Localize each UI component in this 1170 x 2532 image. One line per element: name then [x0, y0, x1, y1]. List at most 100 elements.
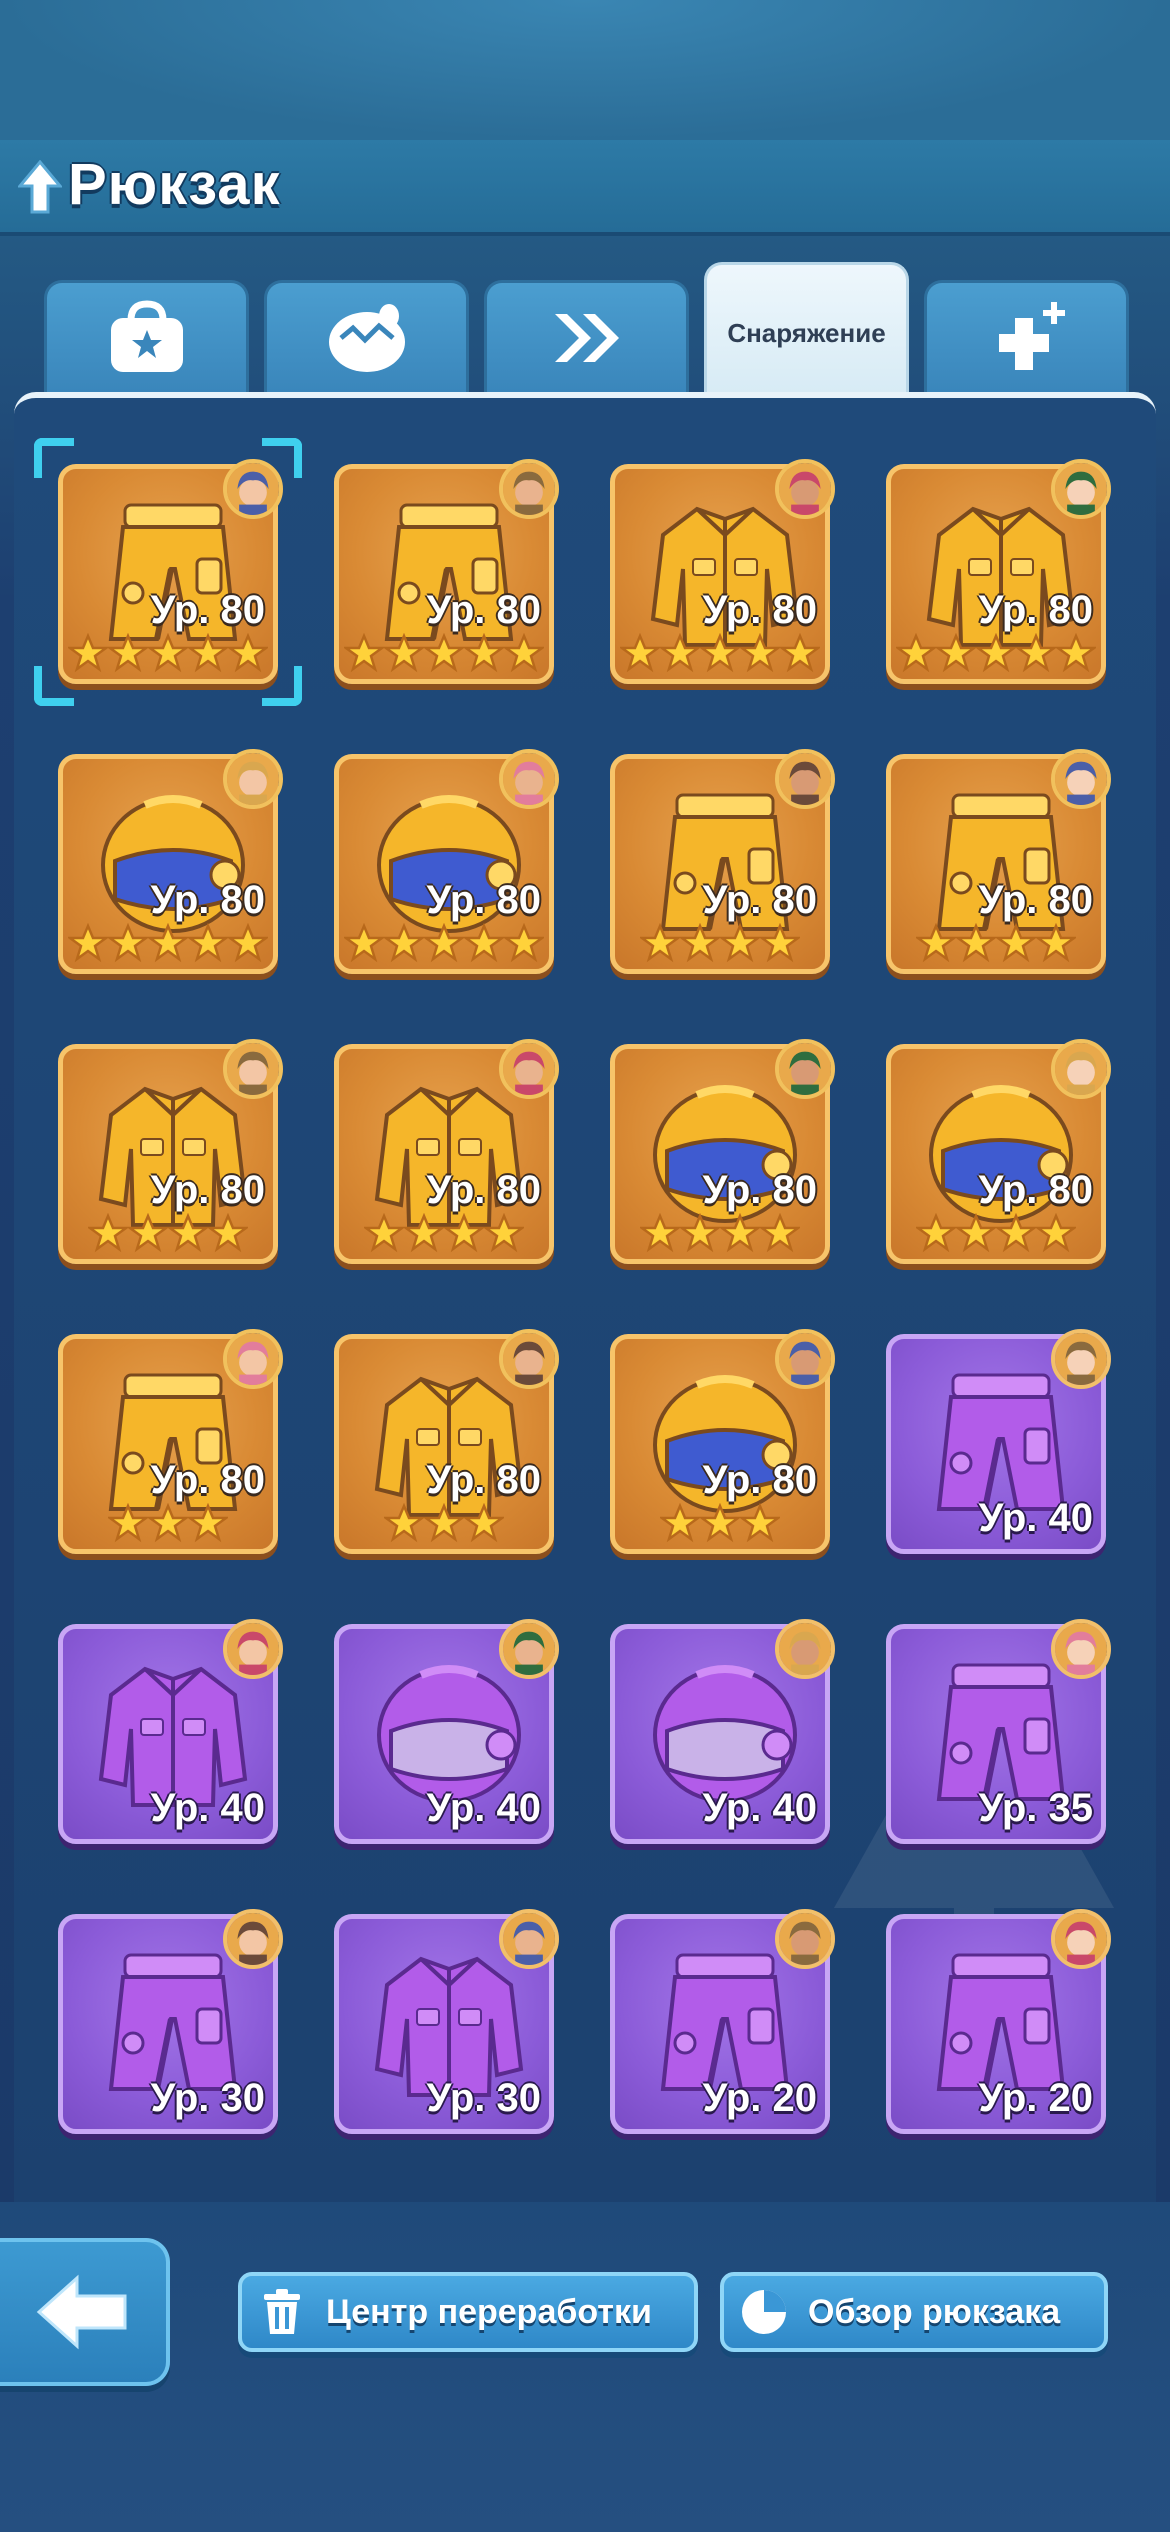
star-icon	[384, 923, 424, 963]
equipment-item-helmet[interactable]: Ур. 80	[610, 1039, 835, 1264]
item-level: Ур. 80	[426, 588, 541, 632]
star-icon	[1036, 923, 1076, 963]
star-icon	[108, 923, 148, 963]
star-icon	[740, 633, 780, 673]
star-icon	[68, 923, 108, 963]
equipment-item-helmet[interactable]: Ур. 40	[334, 1619, 559, 1844]
equipment-item-jacket[interactable]: Ур. 80	[610, 459, 835, 684]
hero-avatar	[775, 749, 835, 809]
hero-avatar	[1051, 749, 1111, 809]
equipment-item-pants[interactable]: Ур. 30	[58, 1909, 283, 2134]
star-rating	[615, 1503, 825, 1543]
pie-chart-icon	[742, 2290, 786, 2334]
equipment-item-jacket[interactable]: Ур. 80	[886, 459, 1111, 684]
double-chevron-icon	[554, 313, 619, 362]
egg-icon	[328, 303, 405, 372]
star-icon	[620, 633, 660, 673]
star-icon	[108, 1503, 148, 1543]
equipment-item-helmet[interactable]: Ур. 80	[58, 749, 283, 974]
hero-avatar	[1051, 1619, 1111, 1679]
top-background	[0, 0, 1170, 140]
item-level: Ур. 80	[702, 1458, 817, 1502]
star-icon	[700, 1503, 740, 1543]
star-icon	[740, 1503, 780, 1543]
item-level: Ур. 80	[426, 878, 541, 922]
star-icon	[956, 1213, 996, 1253]
equipment-item-pants[interactable]: Ур. 40	[886, 1329, 1111, 1554]
item-level: Ур. 80	[150, 878, 265, 922]
star-icon	[504, 923, 544, 963]
equipment-item-pants[interactable]: Ур. 20	[610, 1909, 835, 2134]
hero-avatar-icon	[227, 1333, 279, 1385]
star-rating	[339, 633, 549, 673]
equipment-item-helmet[interactable]: Ур. 40	[610, 1619, 835, 1844]
star-icon	[996, 923, 1036, 963]
star-icon	[680, 923, 720, 963]
hero-avatar	[1051, 1329, 1111, 1389]
back-button[interactable]	[0, 2238, 170, 2386]
item-level: Ур. 40	[426, 1786, 541, 1830]
item-level: Ур. 40	[150, 1786, 265, 1830]
equipment-item-jacket[interactable]: Ур. 80	[334, 1329, 559, 1554]
star-icon	[68, 633, 108, 673]
star-icon	[464, 633, 504, 673]
tab-skills[interactable]	[484, 280, 689, 392]
equipment-item-jacket[interactable]: Ур. 30	[334, 1909, 559, 2134]
item-level: Ур. 40	[978, 1496, 1093, 1540]
equipment-item-helmet[interactable]: Ур. 80	[886, 1039, 1111, 1264]
star-icon	[344, 923, 384, 963]
hero-avatar-icon	[779, 1043, 831, 1095]
equipment-item-helmet[interactable]: Ур. 80	[610, 1329, 835, 1554]
hero-avatar-icon	[227, 1913, 279, 1965]
item-level: Ур. 35	[978, 1786, 1093, 1830]
equipment-item-pants[interactable]: Ур. 20	[886, 1909, 1111, 2134]
item-level: Ур. 30	[150, 2076, 265, 2120]
trash-icon	[264, 2289, 300, 2334]
star-icon	[228, 633, 268, 673]
equipment-item-pants[interactable]: Ур. 80	[610, 749, 835, 974]
star-icon	[128, 1213, 168, 1253]
star-rating	[891, 923, 1101, 963]
star-rating	[63, 923, 273, 963]
star-icon	[956, 923, 996, 963]
item-level: Ур. 80	[978, 588, 1093, 632]
tab-other[interactable]	[924, 280, 1129, 392]
star-icon	[660, 633, 700, 673]
hero-avatar	[1051, 459, 1111, 519]
equipment-item-pants[interactable]: Ур. 35	[886, 1619, 1111, 1844]
item-level: Ур. 20	[702, 2076, 817, 2120]
star-icon	[148, 633, 188, 673]
item-level: Ур. 40	[702, 1786, 817, 1830]
tab-egg[interactable]	[264, 280, 469, 392]
equipment-item-pants[interactable]: Ур. 80	[886, 749, 1111, 974]
star-icon	[384, 633, 424, 673]
star-icon	[148, 1503, 188, 1543]
hero-avatar-icon	[779, 1913, 831, 1965]
hero-avatar	[775, 459, 835, 519]
equipment-item-jacket[interactable]: Ур. 40	[58, 1619, 283, 1844]
backpack-overview-button[interactable]: Обзор рюкзака	[720, 2272, 1108, 2352]
star-icon	[916, 923, 956, 963]
equipment-item-jacket[interactable]: Ур. 80	[58, 1039, 283, 1264]
item-level: Ур. 80	[150, 588, 265, 632]
hero-avatar	[223, 1329, 283, 1389]
equipment-item-helmet[interactable]: Ур. 80	[334, 749, 559, 974]
star-icon	[88, 1213, 128, 1253]
star-icon	[660, 1503, 700, 1543]
equipment-item-jacket[interactable]: Ур. 80	[334, 1039, 559, 1264]
star-rating	[339, 1503, 549, 1543]
star-icon	[424, 633, 464, 673]
tab-equipment[interactable]: Снаряжение	[704, 262, 909, 394]
tab-bag[interactable]	[44, 280, 249, 392]
star-icon	[760, 1213, 800, 1253]
star-icon	[780, 633, 820, 673]
equipment-item-pants[interactable]: Ур. 80	[58, 459, 283, 684]
equipment-item-pants[interactable]: Ур. 80	[334, 459, 559, 684]
recycle-center-label: Центр переработки	[326, 2292, 652, 2331]
hero-avatar	[499, 1329, 559, 1389]
star-icon	[168, 1213, 208, 1253]
hero-avatar-icon	[779, 463, 831, 515]
recycle-center-button[interactable]: Центр переработки	[238, 2272, 698, 2352]
equipment-item-pants[interactable]: Ур. 80	[58, 1329, 283, 1554]
hero-avatar	[775, 1909, 835, 1969]
